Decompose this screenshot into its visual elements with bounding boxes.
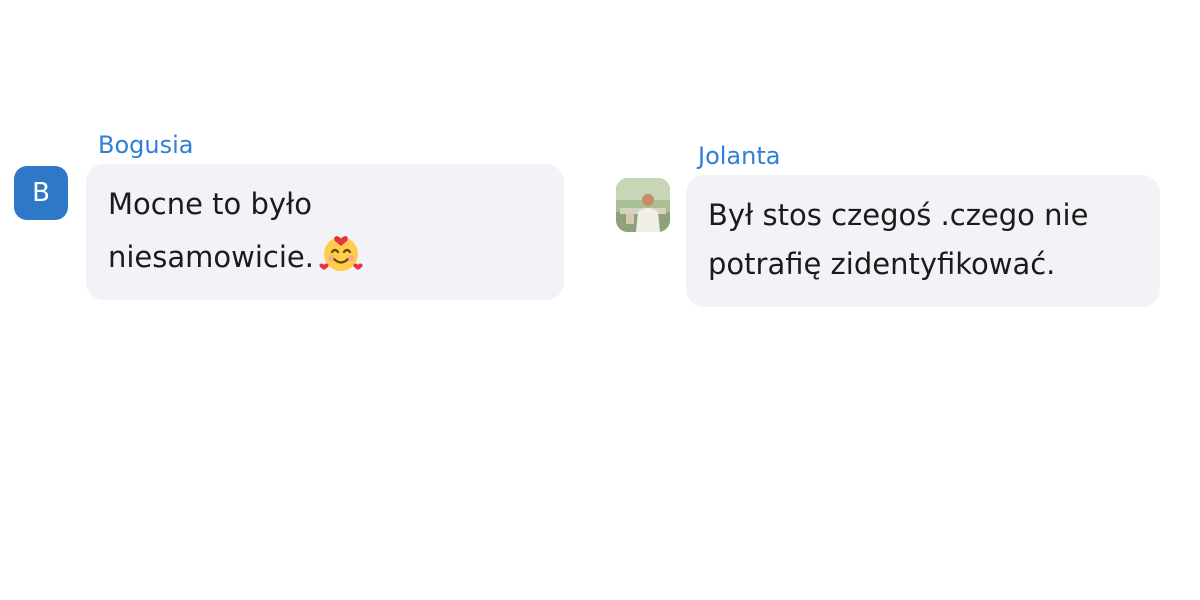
comment-bubble: Był stos czegoś .czego nie potrafię zide… xyxy=(686,175,1160,307)
profile-photo-icon xyxy=(616,178,670,232)
comment-author-name[interactable]: Bogusia xyxy=(98,130,193,160)
avatar[interactable]: B xyxy=(14,166,68,220)
comment-text-line: potrafię zidentyfikować. xyxy=(708,247,1056,281)
comments-thread: B Bogusia Mocne to było niesamowicie. Jo… xyxy=(0,0,1200,600)
comment-text-line: Był stos czegoś .czego nie xyxy=(708,198,1089,232)
comment-text-line: niesamowicie. xyxy=(108,240,314,274)
comment-bubble: Mocne to było niesamowicie. xyxy=(86,164,564,300)
comment-text-line-with-emoji: niesamowicie. xyxy=(108,229,564,282)
avatar[interactable] xyxy=(616,178,670,232)
comment-author-name[interactable]: Jolanta xyxy=(698,141,780,171)
comment-text-line: Mocne to było xyxy=(108,187,313,221)
smiling-face-with-hearts-icon xyxy=(319,236,363,271)
